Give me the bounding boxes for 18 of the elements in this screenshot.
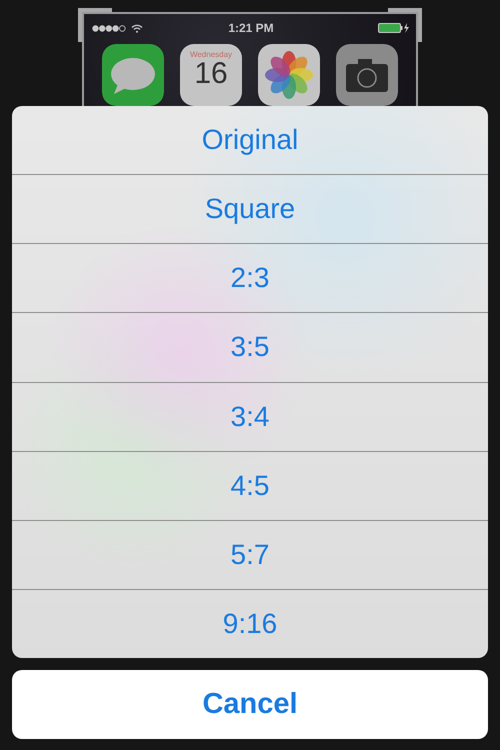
- aspect-ratio-option[interactable]: 3:5: [12, 313, 488, 382]
- date-text: 16: [194, 59, 228, 89]
- aspect-ratio-option[interactable]: 9:16: [12, 590, 488, 658]
- aspect-ratio-option[interactable]: 2:3: [12, 244, 488, 314]
- aspect-ratio-option[interactable]: Original: [12, 106, 488, 176]
- wifi-icon: [131, 24, 143, 32]
- weekday-text: Wednesday: [190, 50, 232, 59]
- aspect-ratio-option[interactable]: 4:5: [12, 452, 488, 521]
- aspect-ratio-option[interactable]: 3:4: [12, 382, 488, 452]
- cancel-button[interactable]: Cancel: [12, 670, 488, 739]
- aspect-ratio-option[interactable]: 5:7: [12, 520, 488, 590]
- messages-app-icon: [102, 44, 164, 106]
- camera-app-icon: [336, 44, 398, 106]
- aspect-ratio-option[interactable]: Square: [12, 175, 488, 244]
- photos-app-icon: [258, 44, 320, 106]
- status-time: 1:21 PM: [228, 21, 274, 35]
- battery-charging-icon: [378, 23, 410, 33]
- signal-icon: [92, 24, 126, 32]
